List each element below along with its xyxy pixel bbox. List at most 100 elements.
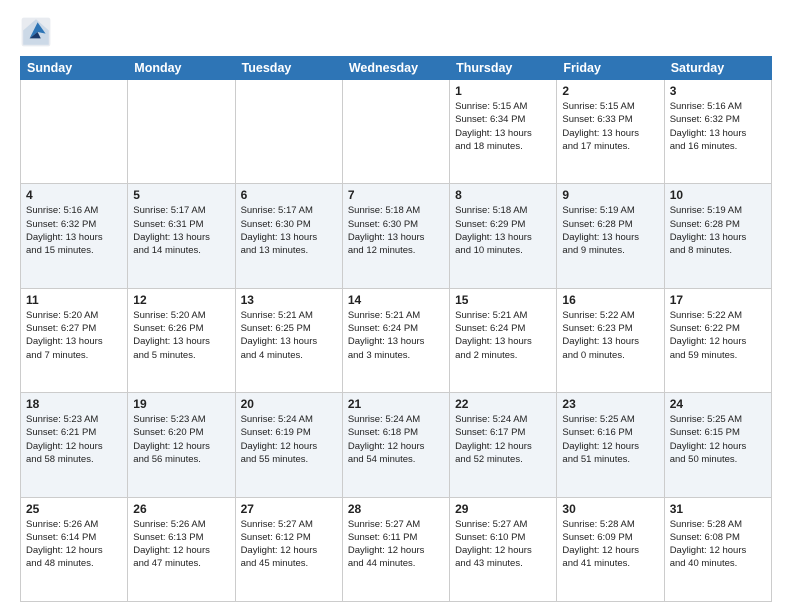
day-number: 31 [670, 502, 766, 516]
day-header-friday: Friday [557, 57, 664, 80]
calendar-cell: 23Sunrise: 5:25 AM Sunset: 6:16 PM Dayli… [557, 393, 664, 497]
day-info: Sunrise: 5:21 AM Sunset: 6:25 PM Dayligh… [241, 309, 337, 362]
calendar-cell: 9 Sunrise: 5:19 AM Sunset: 6:28 PM Daylig… [557, 184, 664, 288]
calendar-cell: 13 Sunrise: 5:21 AM Sunset: 6:25 PM Dayli… [235, 288, 342, 392]
day-number: 19 [133, 397, 229, 411]
day-number: 20 [241, 397, 337, 411]
calendar-cell [235, 80, 342, 184]
day-info: Sunrise: 5:18 AM Sunset: 6:30 PM Dayligh… [348, 204, 444, 257]
day-info: Sunrise: 5:23 AM Sunset: 6:21 PM Dayligh… [26, 413, 122, 466]
calendar-cell: 30 Sunrise: 5:28 AM Sunset: 6:09 PM Dayli… [557, 497, 664, 601]
calendar-cell: 1 Sunrise: 5:15 AM Sunset: 6:34 PM Daylig… [450, 80, 557, 184]
day-info: Sunrise: 5:15 AM Sunset: 6:33 PM Dayligh… [562, 100, 658, 153]
logo-icon [20, 16, 52, 48]
day-number: 6 [241, 188, 337, 202]
day-number: 4 [26, 188, 122, 202]
calendar-cell: 18 Sunrise: 5:23 AM Sunset: 6:21 PM Dayli… [21, 393, 128, 497]
header [20, 16, 772, 48]
day-info: Sunrise: 5:20 AM Sunset: 6:27 PM Dayligh… [26, 309, 122, 362]
calendar-cell: 2 Sunrise: 5:15 AM Sunset: 6:33 PM Daylig… [557, 80, 664, 184]
calendar-week-4: 18 Sunrise: 5:23 AM Sunset: 6:21 PM Dayli… [21, 393, 772, 497]
calendar-cell: 15 Sunrise: 5:21 AM Sunset: 6:24 PM Dayli… [450, 288, 557, 392]
day-info: Sunrise: 5:23 AM Sunset: 6:20 PM Dayligh… [133, 413, 229, 466]
day-info: Sunrise: 5:24 AM Sunset: 6:19 PM Dayligh… [241, 413, 337, 466]
calendar-cell: 21 Sunrise: 5:24 AM Sunset: 6:18 PM Dayli… [342, 393, 449, 497]
day-info: Sunrise: 5:22 AM Sunset: 6:22 PM Dayligh… [670, 309, 766, 362]
day-header-monday: Monday [128, 57, 235, 80]
day-info: Sunrise: 5:15 AM Sunset: 6:34 PM Dayligh… [455, 100, 551, 153]
calendar-cell: 5 Sunrise: 5:17 AM Sunset: 6:31 PM Daylig… [128, 184, 235, 288]
calendar-cell: 4Sunrise: 5:16 AM Sunset: 6:32 PM Daylig… [21, 184, 128, 288]
day-info: Sunrise: 5:17 AM Sunset: 6:30 PM Dayligh… [241, 204, 337, 257]
day-number: 29 [455, 502, 551, 516]
day-header-wednesday: Wednesday [342, 57, 449, 80]
calendar-cell: 17 Sunrise: 5:22 AM Sunset: 6:22 PM Dayli… [664, 288, 771, 392]
day-info: Sunrise: 5:22 AM Sunset: 6:23 PM Dayligh… [562, 309, 658, 362]
page: SundayMondayTuesdayWednesdayThursdayFrid… [0, 0, 792, 612]
day-number: 17 [670, 293, 766, 307]
day-info: Sunrise: 5:25 AM Sunset: 6:15 PM Dayligh… [670, 413, 766, 466]
day-number: 14 [348, 293, 444, 307]
day-info: Sunrise: 5:18 AM Sunset: 6:29 PM Dayligh… [455, 204, 551, 257]
day-number: 2 [562, 84, 658, 98]
day-number: 1 [455, 84, 551, 98]
day-number: 28 [348, 502, 444, 516]
day-number: 27 [241, 502, 337, 516]
calendar-week-5: 25Sunrise: 5:26 AM Sunset: 6:14 PM Dayli… [21, 497, 772, 601]
calendar-cell: 8 Sunrise: 5:18 AM Sunset: 6:29 PM Daylig… [450, 184, 557, 288]
day-header-thursday: Thursday [450, 57, 557, 80]
day-info: Sunrise: 5:24 AM Sunset: 6:18 PM Dayligh… [348, 413, 444, 466]
calendar-cell: 7 Sunrise: 5:18 AM Sunset: 6:30 PM Daylig… [342, 184, 449, 288]
day-number: 18 [26, 397, 122, 411]
calendar-cell: 26Sunrise: 5:26 AM Sunset: 6:13 PM Dayli… [128, 497, 235, 601]
day-info: Sunrise: 5:26 AM Sunset: 6:14 PM Dayligh… [26, 518, 122, 571]
calendar-cell: 19 Sunrise: 5:23 AM Sunset: 6:20 PM Dayli… [128, 393, 235, 497]
day-number: 3 [670, 84, 766, 98]
day-info: Sunrise: 5:20 AM Sunset: 6:26 PM Dayligh… [133, 309, 229, 362]
calendar-week-3: 11 Sunrise: 5:20 AM Sunset: 6:27 PM Dayli… [21, 288, 772, 392]
calendar-week-1: 1 Sunrise: 5:15 AM Sunset: 6:34 PM Daylig… [21, 80, 772, 184]
day-info: Sunrise: 5:16 AM Sunset: 6:32 PM Dayligh… [670, 100, 766, 153]
day-info: Sunrise: 5:28 AM Sunset: 6:09 PM Dayligh… [562, 518, 658, 571]
day-number: 10 [670, 188, 766, 202]
day-number: 21 [348, 397, 444, 411]
calendar-cell [128, 80, 235, 184]
day-header-saturday: Saturday [664, 57, 771, 80]
calendar-cell [342, 80, 449, 184]
calendar-cell: 3 Sunrise: 5:16 AM Sunset: 6:32 PM Daylig… [664, 80, 771, 184]
day-info: Sunrise: 5:28 AM Sunset: 6:08 PM Dayligh… [670, 518, 766, 571]
day-info: Sunrise: 5:27 AM Sunset: 6:12 PM Dayligh… [241, 518, 337, 571]
day-number: 13 [241, 293, 337, 307]
calendar-cell: 28Sunrise: 5:27 AM Sunset: 6:11 PM Dayli… [342, 497, 449, 601]
day-number: 30 [562, 502, 658, 516]
calendar-header-row: SundayMondayTuesdayWednesdayThursdayFrid… [21, 57, 772, 80]
calendar-cell: 24Sunrise: 5:25 AM Sunset: 6:15 PM Dayli… [664, 393, 771, 497]
calendar-cell: 12Sunrise: 5:20 AM Sunset: 6:26 PM Dayli… [128, 288, 235, 392]
day-info: Sunrise: 5:27 AM Sunset: 6:10 PM Dayligh… [455, 518, 551, 571]
day-info: Sunrise: 5:21 AM Sunset: 6:24 PM Dayligh… [455, 309, 551, 362]
day-number: 11 [26, 293, 122, 307]
day-info: Sunrise: 5:17 AM Sunset: 6:31 PM Dayligh… [133, 204, 229, 257]
calendar-cell: 14 Sunrise: 5:21 AM Sunset: 6:24 PM Dayli… [342, 288, 449, 392]
day-info: Sunrise: 5:24 AM Sunset: 6:17 PM Dayligh… [455, 413, 551, 466]
calendar-table: SundayMondayTuesdayWednesdayThursdayFrid… [20, 56, 772, 602]
day-number: 7 [348, 188, 444, 202]
day-info: Sunrise: 5:19 AM Sunset: 6:28 PM Dayligh… [670, 204, 766, 257]
calendar-cell: 6 Sunrise: 5:17 AM Sunset: 6:30 PM Daylig… [235, 184, 342, 288]
day-info: Sunrise: 5:19 AM Sunset: 6:28 PM Dayligh… [562, 204, 658, 257]
day-number: 8 [455, 188, 551, 202]
calendar-cell: 11 Sunrise: 5:20 AM Sunset: 6:27 PM Dayli… [21, 288, 128, 392]
calendar-week-2: 4Sunrise: 5:16 AM Sunset: 6:32 PM Daylig… [21, 184, 772, 288]
calendar-cell: 16 Sunrise: 5:22 AM Sunset: 6:23 PM Dayli… [557, 288, 664, 392]
day-number: 9 [562, 188, 658, 202]
day-number: 5 [133, 188, 229, 202]
day-number: 22 [455, 397, 551, 411]
calendar-cell: 31 Sunrise: 5:28 AM Sunset: 6:08 PM Dayli… [664, 497, 771, 601]
day-header-sunday: Sunday [21, 57, 128, 80]
logo [20, 16, 56, 48]
day-info: Sunrise: 5:21 AM Sunset: 6:24 PM Dayligh… [348, 309, 444, 362]
day-number: 16 [562, 293, 658, 307]
calendar-cell: 20 Sunrise: 5:24 AM Sunset: 6:19 PM Dayli… [235, 393, 342, 497]
day-number: 23 [562, 397, 658, 411]
day-number: 15 [455, 293, 551, 307]
